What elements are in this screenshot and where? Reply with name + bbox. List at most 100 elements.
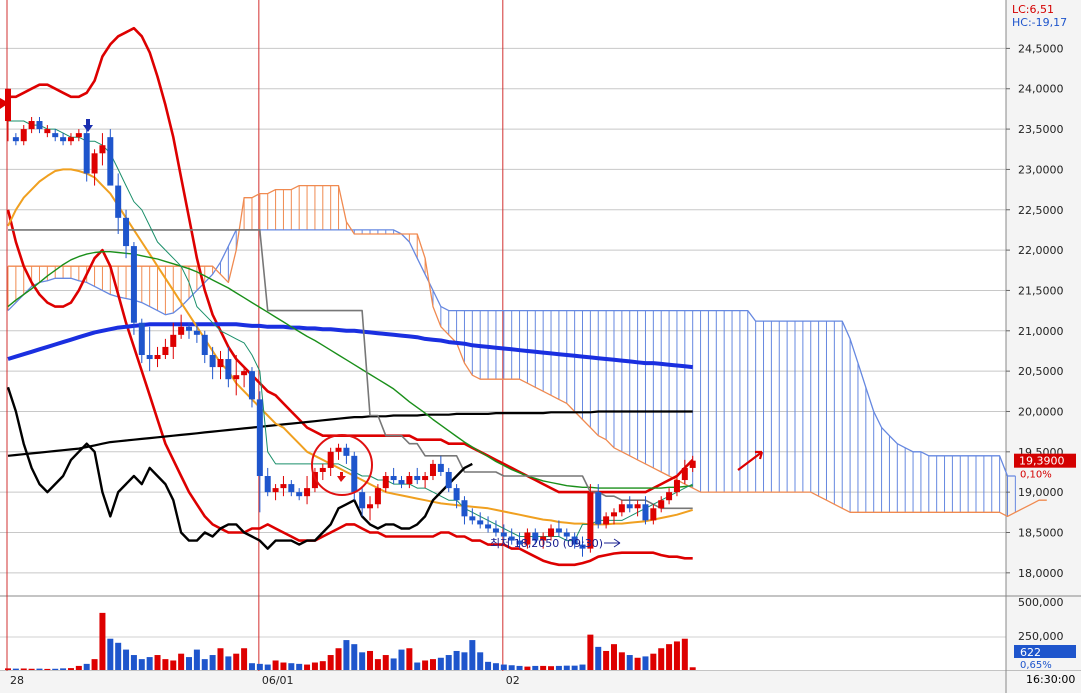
price-tick-label: 22,0000: [1018, 244, 1064, 257]
volume-bar: [248, 663, 255, 670]
candle-body: [343, 447, 350, 456]
candle-body: [280, 484, 287, 489]
candle-body: [485, 524, 492, 529]
candle-body: [335, 447, 342, 452]
volume-bar: [217, 648, 224, 670]
price-tick-label: 22,5000: [1018, 204, 1064, 217]
volume-bar: [343, 640, 350, 670]
date-tick-label: 28: [10, 674, 24, 687]
candle-body: [178, 326, 185, 335]
candle-body: [610, 512, 617, 517]
candle-body: [595, 492, 602, 525]
candle-body: [264, 476, 271, 493]
volume-bar: [241, 648, 248, 670]
volume-bar: [587, 634, 594, 670]
candle-body: [241, 371, 248, 376]
volume-bar: [36, 668, 43, 670]
candle-body: [689, 460, 696, 468]
price-tick-label: 18,0000: [1018, 567, 1064, 580]
candle-body: [288, 484, 295, 493]
candle-body: [658, 500, 665, 509]
volume-bar: [209, 655, 216, 670]
volume-bar: [335, 648, 342, 670]
price-tick-label: 21,5000: [1018, 284, 1064, 297]
candle-body: [673, 480, 680, 493]
stock-chart: 24,5000 24,0000 23,5000 23,0000 22,5000 22,00…: [0, 0, 1081, 693]
candle-body: [36, 121, 43, 130]
volume-bar: [571, 665, 578, 670]
candle-body: [374, 488, 381, 505]
current-price-label: 19,3900: [1019, 455, 1065, 468]
candle-body: [12, 137, 19, 142]
volume-bar: [296, 663, 303, 670]
price-tick-label: 23,0000: [1018, 163, 1064, 176]
volume-bar: [382, 655, 389, 670]
volume-bar: [130, 655, 137, 670]
volume-bar: [75, 665, 82, 670]
candle-body: [304, 488, 311, 497]
volume-bar: [5, 668, 11, 670]
volume-bar: [618, 652, 625, 670]
volume-bar: [555, 665, 562, 670]
volume-bar: [44, 668, 51, 670]
candle-body: [162, 346, 169, 355]
volume-bar: [154, 655, 161, 670]
low-price-annotation: 최저 18,2050 (09:30): [490, 537, 603, 550]
volume-bar: [256, 663, 263, 670]
candle-body: [225, 359, 232, 380]
grid-layer: [0, 0, 1081, 693]
candle-body: [154, 354, 161, 360]
volume-bar: [264, 664, 271, 670]
volume-bar: [603, 650, 610, 670]
volume-bar: [595, 646, 602, 670]
volume-bar: [288, 663, 295, 670]
volume-bar: [193, 649, 200, 670]
volume-bar: [548, 666, 555, 670]
volume-bar: [280, 662, 287, 670]
volume-bar: [508, 665, 515, 670]
candle-body: [91, 153, 98, 174]
time-label: 16:30:00: [1026, 673, 1075, 686]
candle-body: [83, 133, 90, 174]
candle-body: [123, 217, 130, 247]
volume-bar: [170, 660, 177, 670]
volume-bar: [178, 653, 185, 670]
volume-bar: [406, 648, 413, 670]
candle-body: [296, 492, 303, 497]
volume-bar: [67, 668, 74, 670]
candle-body: [477, 520, 484, 525]
volume-bar: [367, 650, 374, 670]
candle-body: [107, 137, 114, 186]
volume-bar: [304, 664, 311, 670]
volume-bar: [429, 659, 436, 670]
candle-body: [634, 504, 641, 509]
candle-body: [170, 334, 177, 347]
volume-bar: [445, 655, 452, 670]
candle-body: [75, 133, 82, 138]
chart-container: 24,5000 24,0000 23,5000 23,0000 22,5000 22,00…: [0, 0, 1081, 693]
candle-body: [555, 528, 562, 533]
volume-bar: [146, 657, 153, 670]
volume-bar: [107, 638, 114, 670]
volume-bar: [91, 659, 98, 670]
candle-body: [20, 129, 27, 142]
volume-bar: [351, 644, 358, 670]
candle-body: [453, 488, 460, 501]
candle-body: [414, 476, 421, 481]
candle-body: [28, 121, 35, 130]
candle-body: [626, 504, 633, 509]
candle-body: [406, 476, 413, 485]
volume-bar: [28, 668, 35, 670]
candle-body: [327, 451, 334, 468]
volume-badge-value: 622: [1020, 646, 1041, 659]
price-tick-label: 21,0000: [1018, 325, 1064, 338]
time-axis-bg: [0, 671, 1081, 693]
candle-body: [272, 488, 279, 493]
volume-bar: [437, 657, 444, 670]
volume-bar: [492, 663, 499, 670]
volume-bar: [327, 655, 334, 670]
candle-body: [256, 399, 263, 477]
lc-readout: LC:6,51: [1012, 3, 1054, 16]
candle-body: [351, 455, 358, 493]
candle-body: [130, 246, 137, 323]
